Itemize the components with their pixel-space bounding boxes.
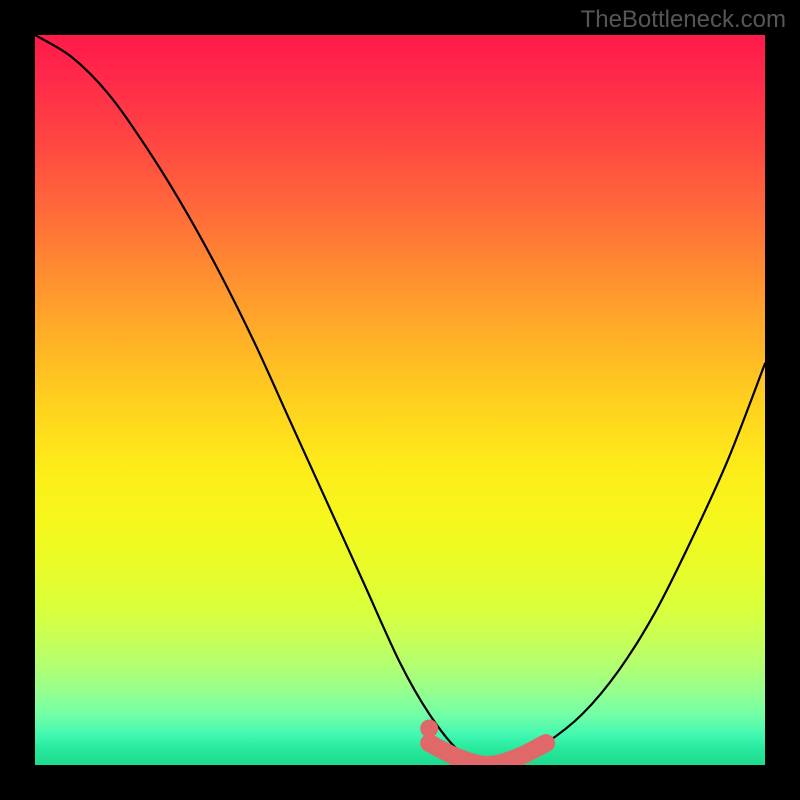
- curve-left: [35, 35, 488, 765]
- highlight-dot: [420, 720, 438, 738]
- chart-svg: [35, 35, 765, 765]
- curve-right: [488, 364, 765, 766]
- chart-plot-area: [35, 35, 765, 765]
- highlight-band: [429, 743, 546, 765]
- watermark-text: TheBottleneck.com: [581, 6, 786, 34]
